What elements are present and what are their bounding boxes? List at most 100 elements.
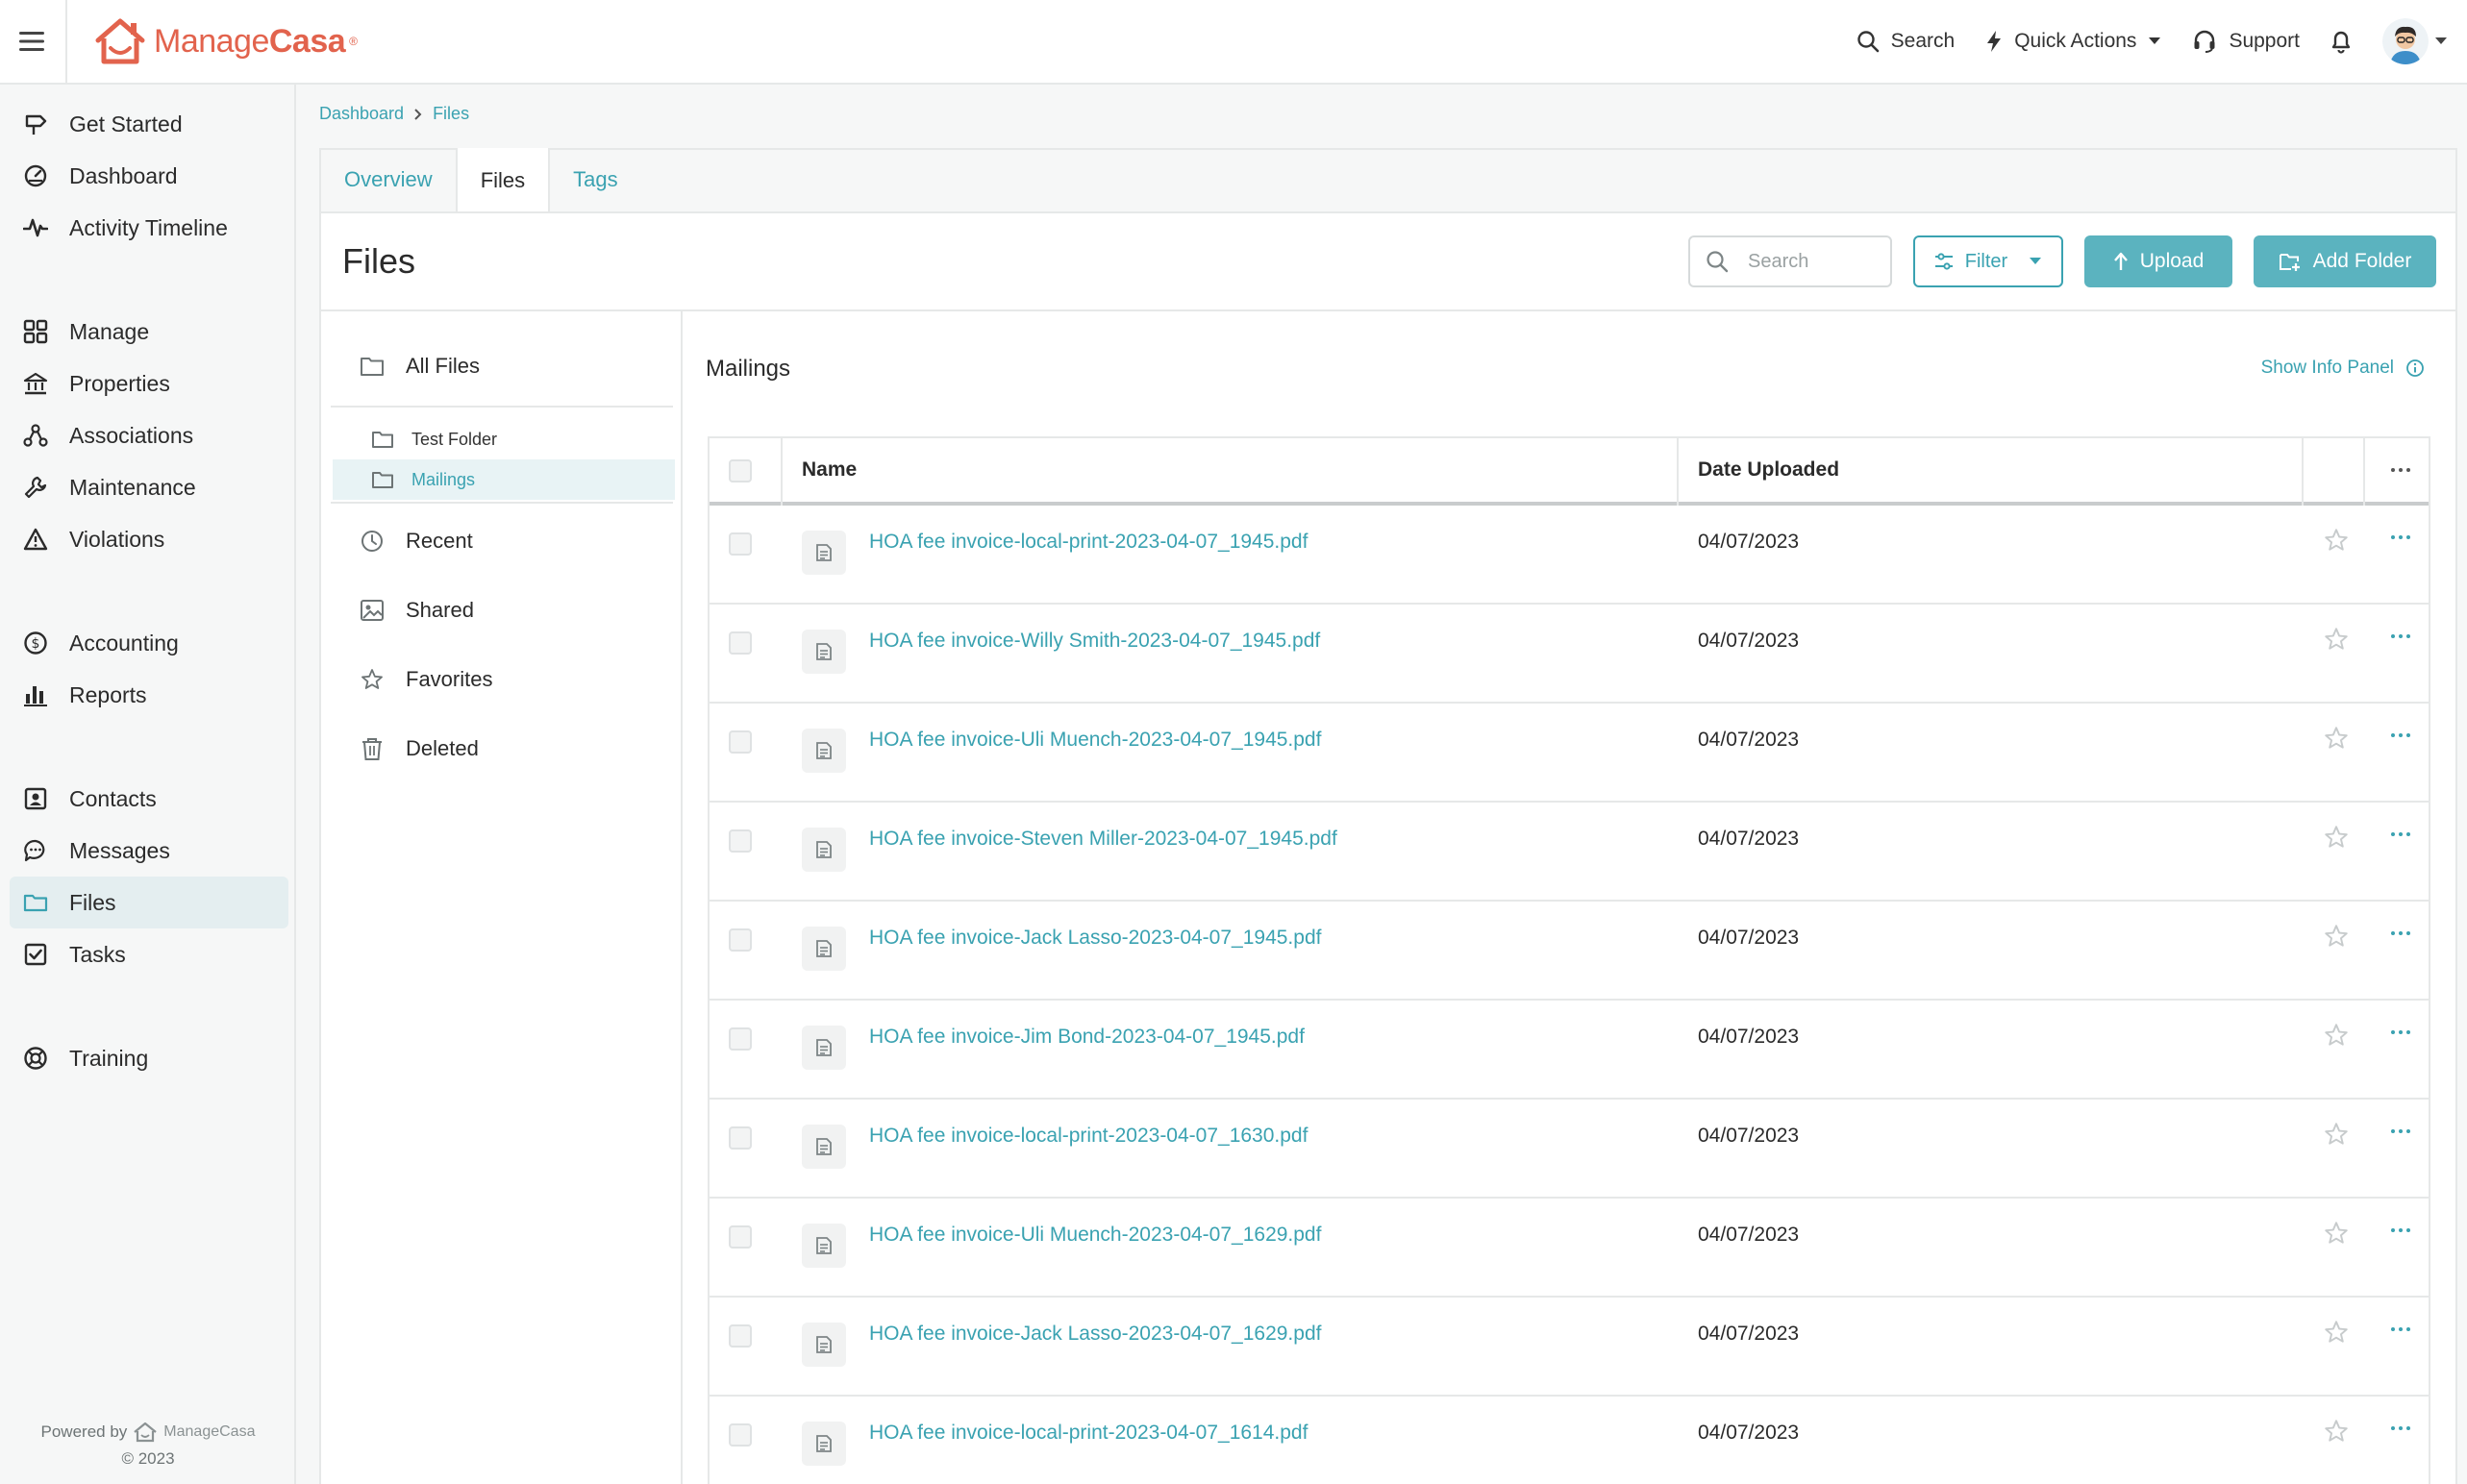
filter-button[interactable]: Filter (1913, 235, 2063, 287)
row-checkbox[interactable] (729, 1423, 752, 1447)
add-folder-button[interactable]: Add Folder (2254, 235, 2436, 287)
sidebar-item-get-started[interactable]: Get Started (10, 98, 288, 150)
sidebar-item-manage[interactable]: Manage (10, 306, 288, 358)
table-row[interactable]: HOA fee invoice-local-print-2023-04-07_1… (710, 506, 2429, 605)
sidebar-item-dashboard[interactable]: Dashboard (10, 150, 288, 202)
sidebar-item-files[interactable]: Files (10, 877, 288, 928)
more-horizontal-icon[interactable] (2390, 831, 2411, 837)
user-avatar[interactable] (2382, 18, 2429, 64)
search-icon (1856, 31, 1879, 53)
file-name-link[interactable]: HOA fee invoice-Jack Lasso-2023-04-07_16… (869, 1323, 1321, 1346)
user-menu-chevron-icon[interactable] (2434, 37, 2448, 46)
row-checkbox[interactable] (729, 829, 752, 853)
breadcrumb-current[interactable]: Files (433, 104, 469, 124)
sidebar-item-contacts[interactable]: Contacts (10, 773, 288, 825)
tab-files[interactable]: Files (455, 148, 551, 213)
column-divider (2302, 438, 2304, 506)
star-icon[interactable] (2323, 1022, 2350, 1049)
notifications-button[interactable] (2330, 29, 2352, 54)
sidebar-item-reports[interactable]: Reports (10, 669, 288, 721)
sidebar-item-tasks[interactable]: Tasks (10, 928, 288, 980)
table-row[interactable]: HOA fee invoice-Steven Miller-2023-04-07… (710, 803, 2429, 902)
more-horizontal-icon[interactable] (2390, 1425, 2411, 1431)
star-icon[interactable] (2323, 1121, 2350, 1148)
sidebar-item-activity-timeline[interactable]: Activity Timeline (10, 202, 288, 254)
row-checkbox[interactable] (729, 631, 752, 655)
star-icon[interactable] (2323, 1418, 2350, 1445)
more-horizontal-icon[interactable] (2390, 633, 2411, 639)
support-button[interactable]: Support (2192, 29, 2300, 54)
more-horizontal-icon[interactable] (2390, 930, 2411, 936)
sidebar: Get Started Dashboard Activity Timeline … (0, 85, 296, 1484)
more-horizontal-icon[interactable] (2390, 534, 2411, 540)
sidebar-item-training[interactable]: Training (10, 1032, 288, 1084)
table-row[interactable]: HOA fee invoice-Jim Bond-2023-04-07_1945… (710, 1001, 2429, 1100)
breadcrumb-dashboard-link[interactable]: Dashboard (319, 104, 404, 124)
more-horizontal-icon[interactable] (2390, 1227, 2411, 1233)
file-name-link[interactable]: HOA fee invoice-Willy Smith-2023-04-07_1… (869, 630, 1320, 653)
more-horizontal-icon[interactable] (2390, 467, 2411, 473)
subfolder-mailings[interactable]: Mailings (333, 459, 675, 500)
file-name-link[interactable]: HOA fee invoice-Uli Muench-2023-04-07_16… (869, 1224, 1321, 1247)
global-search-button[interactable]: Search (1856, 30, 1955, 53)
table-row[interactable]: HOA fee invoice-Willy Smith-2023-04-07_1… (710, 605, 2429, 704)
row-checkbox[interactable] (729, 1225, 752, 1249)
table-row[interactable]: HOA fee invoice-Jack Lasso-2023-04-07_16… (710, 1298, 2429, 1397)
row-checkbox[interactable] (729, 1027, 752, 1051)
folder-favorites[interactable]: Favorites (360, 667, 492, 692)
sidebar-item-associations[interactable]: Associations (10, 409, 288, 461)
file-name-link[interactable]: HOA fee invoice-Jack Lasso-2023-04-07_19… (869, 927, 1321, 950)
sidebar-item-messages[interactable]: Messages (10, 825, 288, 877)
tab-overview[interactable]: Overview (321, 148, 456, 211)
file-name-link[interactable]: HOA fee invoice-local-print-2023-04-07_1… (869, 1422, 1308, 1445)
folder-deleted[interactable]: Deleted (360, 736, 479, 761)
star-icon[interactable] (2323, 824, 2350, 851)
row-checkbox[interactable] (729, 532, 752, 556)
file-name-link[interactable]: HOA fee invoice-local-print-2023-04-07_1… (869, 531, 1308, 554)
folder-recent[interactable]: Recent (360, 529, 473, 554)
sidebar-item-properties[interactable]: Properties (10, 358, 288, 409)
files-search-input[interactable] (1748, 250, 1873, 273)
sidebar-item-maintenance[interactable]: Maintenance (10, 461, 288, 513)
row-checkbox[interactable] (729, 730, 752, 754)
star-icon[interactable] (2323, 725, 2350, 752)
tab-tags[interactable]: Tags (550, 148, 640, 211)
show-info-panel-link[interactable]: Show Info Panel (2261, 358, 2425, 379)
subfolder-test-folder[interactable]: Test Folder (333, 419, 675, 459)
table-row[interactable]: HOA fee invoice-Uli Muench-2023-04-07_16… (710, 1199, 2429, 1298)
star-icon[interactable] (2323, 1319, 2350, 1346)
file-name-link[interactable]: HOA fee invoice-local-print-2023-04-07_1… (869, 1125, 1308, 1148)
file-name-link[interactable]: HOA fee invoice-Steven Miller-2023-04-07… (869, 828, 1337, 851)
column-header-date[interactable]: Date Uploaded (1698, 458, 1839, 482)
folder-all-files[interactable]: All Files (360, 354, 480, 379)
more-horizontal-icon[interactable] (2390, 732, 2411, 738)
star-icon[interactable] (2323, 527, 2350, 554)
more-horizontal-icon[interactable] (2390, 1029, 2411, 1035)
sidebar-item-label: Files (69, 889, 116, 915)
files-search-box[interactable] (1688, 235, 1892, 287)
select-all-checkbox[interactable] (729, 459, 752, 482)
sidebar-item-accounting[interactable]: $ Accounting (10, 617, 288, 669)
table-row[interactable]: HOA fee invoice-local-print-2023-04-07_1… (710, 1100, 2429, 1199)
row-checkbox[interactable] (729, 1324, 752, 1348)
table-row[interactable]: HOA fee invoice-local-print-2023-04-07_1… (710, 1397, 2429, 1484)
row-checkbox[interactable] (729, 1126, 752, 1150)
sidebar-item-violations[interactable]: Violations (10, 513, 288, 565)
avatar-image (2382, 18, 2429, 64)
star-icon[interactable] (2323, 1220, 2350, 1247)
quick-actions-button[interactable]: Quick Actions (1985, 30, 2161, 53)
more-horizontal-icon[interactable] (2390, 1128, 2411, 1134)
upload-button[interactable]: Upload (2084, 235, 2232, 287)
star-icon[interactable] (2323, 923, 2350, 950)
app-logo[interactable]: ManageCasa ® (94, 17, 358, 65)
star-icon[interactable] (2323, 626, 2350, 653)
folder-shared[interactable]: Shared (360, 598, 474, 623)
more-horizontal-icon[interactable] (2390, 1326, 2411, 1332)
column-header-name[interactable]: Name (802, 458, 857, 482)
row-checkbox[interactable] (729, 928, 752, 952)
table-row[interactable]: HOA fee invoice-Jack Lasso-2023-04-07_19… (710, 902, 2429, 1001)
table-row[interactable]: HOA fee invoice-Uli Muench-2023-04-07_19… (710, 704, 2429, 803)
menu-toggle-button[interactable] (0, 0, 67, 84)
file-name-link[interactable]: HOA fee invoice-Uli Muench-2023-04-07_19… (869, 729, 1321, 752)
file-name-link[interactable]: HOA fee invoice-Jim Bond-2023-04-07_1945… (869, 1026, 1305, 1049)
